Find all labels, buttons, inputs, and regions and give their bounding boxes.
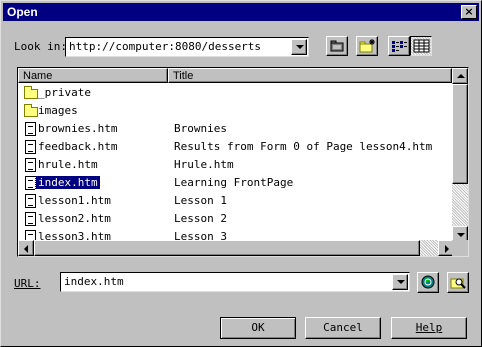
look-in-label: Look in: — [14, 40, 67, 53]
column-header-name-label: Name — [23, 70, 53, 82]
ok-label: OK — [251, 321, 265, 334]
file-title: Lesson 2 — [174, 212, 227, 225]
browse-file-button[interactable] — [447, 272, 469, 293]
look-in-combo[interactable]: http://computer:8080/desserts — [65, 37, 309, 57]
list-item[interactable]: hrule.htm Hrule.htm — [18, 156, 450, 174]
file-name: lesson2.htm — [38, 212, 111, 225]
column-header-name[interactable]: Name — [18, 68, 168, 83]
list-item[interactable]: brownies.htm Brownies — [18, 120, 450, 138]
file-icon-wrap — [22, 157, 36, 172]
up-one-level-button[interactable] — [326, 36, 348, 56]
file-title: Brownies — [174, 122, 227, 135]
scroll-up-arrow-icon — [457, 74, 465, 78]
html-file-icon — [25, 212, 36, 226]
folder-icon-wrap — [22, 85, 38, 100]
file-name: hrule.htm — [38, 158, 98, 171]
list-item[interactable]: lesson2.htm Lesson 2 — [18, 210, 450, 228]
scroll-left-button[interactable] — [18, 240, 34, 256]
file-icon-wrap — [22, 193, 36, 208]
list-item[interactable]: index.htm Learning FrontPage — [18, 174, 450, 192]
file-title: Learning FrontPage — [174, 176, 294, 189]
file-title: Results from Form 0 of Page lesson4.htm — [174, 140, 433, 153]
scrollbar-corner — [452, 240, 468, 256]
file-icon-wrap — [22, 175, 36, 190]
url-label: URL: — [14, 277, 41, 290]
close-button[interactable]: × — [461, 5, 477, 19]
file-name: _private — [38, 86, 91, 99]
list-view-icon — [392, 41, 407, 52]
details-view-icon — [413, 39, 430, 53]
column-header-title-label: Title — [173, 70, 194, 82]
list-view-button[interactable] — [388, 36, 410, 56]
file-title: Hrule.htm — [174, 158, 234, 171]
html-file-icon — [25, 140, 36, 154]
file-icon-wrap — [22, 121, 36, 136]
scroll-right-arrow-icon — [445, 245, 449, 253]
chevron-down-icon — [296, 45, 304, 49]
html-file-icon — [25, 176, 36, 190]
title-bar: Open × — [3, 3, 479, 21]
list-item[interactable]: _private — [18, 84, 450, 102]
dialog-title: Open — [7, 5, 38, 19]
file-list[interactable]: Name Title _privateimages brownies.htm Bro… — [17, 67, 469, 257]
list-item[interactable]: feedback.htm Results from Form 0 of Page … — [18, 138, 450, 156]
scroll-down-arrow-icon — [457, 233, 465, 237]
html-file-icon — [25, 158, 36, 172]
create-new-folder-button[interactable] — [356, 36, 378, 56]
globe-icon — [421, 275, 435, 289]
scroll-up-button[interactable] — [452, 68, 468, 84]
up-one-level-icon — [330, 40, 344, 52]
close-icon: × — [464, 5, 474, 18]
ok-button[interactable]: OK — [220, 317, 296, 339]
html-file-icon — [25, 194, 36, 208]
help-button[interactable]: Help — [391, 317, 467, 339]
file-name: index.htm — [35, 175, 101, 190]
url-value: index.htm — [64, 275, 124, 288]
html-file-icon — [25, 122, 36, 136]
look-in-dropdown-button[interactable] — [291, 39, 307, 55]
chevron-down-icon — [397, 280, 405, 284]
details-view-button[interactable] — [410, 36, 432, 56]
horizontal-scrollbar[interactable] — [18, 240, 454, 256]
look-in-value: http://computer:8080/desserts — [69, 40, 262, 53]
vertical-scroll-thumb[interactable] — [452, 84, 468, 184]
file-icon-wrap — [22, 139, 36, 154]
open-folder-icon — [450, 278, 466, 289]
list-item[interactable]: images — [18, 102, 450, 120]
open-dialog: Open × Look in: http://computer:8080/des… — [0, 0, 482, 347]
file-name: feedback.htm — [38, 140, 118, 153]
help-label: Help — [415, 321, 443, 334]
scroll-left-arrow-icon — [24, 245, 28, 253]
column-header-title[interactable]: Title — [168, 68, 452, 83]
file-name: images — [38, 104, 78, 117]
cancel-button[interactable]: Cancel — [305, 317, 381, 339]
file-icon-wrap — [22, 211, 36, 226]
url-dropdown-button[interactable] — [392, 274, 408, 290]
vertical-scrollbar[interactable] — [452, 68, 468, 242]
browse-web-button[interactable] — [417, 272, 439, 293]
create-new-folder-icon — [359, 39, 375, 53]
horizontal-scroll-thumb[interactable] — [34, 240, 420, 256]
url-label-text: URL: — [14, 277, 41, 290]
file-title: Lesson 1 — [174, 194, 227, 207]
look-in-label-text: Look in: — [14, 40, 67, 53]
cancel-label: Cancel — [323, 321, 363, 334]
list-item[interactable]: lesson1.htm Lesson 1 — [18, 192, 450, 210]
file-name: lesson1.htm — [38, 194, 111, 207]
file-name: brownies.htm — [38, 122, 118, 135]
folder-icon-wrap — [22, 103, 38, 118]
url-combo[interactable]: index.htm — [60, 272, 410, 292]
